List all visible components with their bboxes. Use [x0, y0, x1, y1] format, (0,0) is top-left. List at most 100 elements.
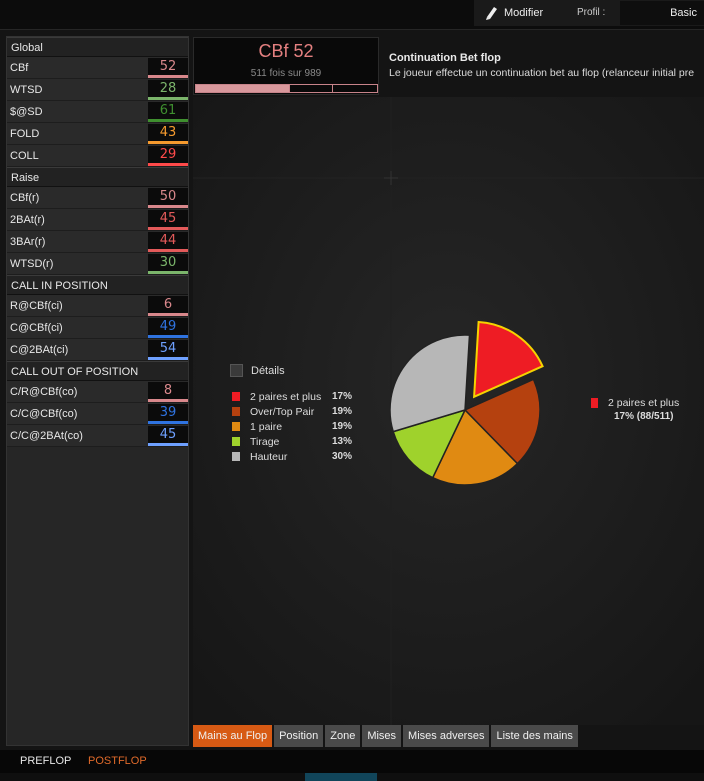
pencil-icon: [486, 7, 497, 20]
stat-row[interactable]: C@2BAt(ci) 54: [7, 339, 188, 361]
pie-chart: [389, 320, 544, 486]
details-checkbox[interactable]: Détails: [230, 364, 285, 377]
stat-description-text: Le joueur effectue un continuation bet a…: [389, 67, 695, 79]
callout-label: 2 paires et plus: [608, 397, 680, 409]
chart-legend: 2 paires et plus 17% Over/Top Pair 19% 1 pai…: [232, 389, 352, 464]
callout-swatch: [591, 398, 598, 408]
stat-row[interactable]: WTSD(r) 30: [7, 253, 188, 275]
bottom-tab-bar: Mains au Flop Position Zone Mises Mises adve…: [193, 725, 580, 747]
legend-label: 2 paires et plus: [250, 390, 322, 403]
modify-button[interactable]: Modifier: [484, 2, 543, 24]
legend-label: 1 paire: [250, 420, 283, 433]
tab-position[interactable]: Position: [274, 725, 324, 747]
legend-item: Tirage 13%: [232, 434, 352, 449]
stat-progress-fill: [196, 85, 291, 92]
stat-row[interactable]: $@SD 61: [7, 101, 188, 123]
section-header: CALL IN POSITION: [7, 275, 188, 295]
legend-percent: 19%: [332, 421, 353, 432]
stat-color-bar: [148, 119, 188, 122]
stat-title: CBf 52: [258, 41, 314, 61]
tab-preflop[interactable]: PREFLOP: [20, 755, 71, 767]
profile-label: Profil :: [577, 7, 606, 18]
stat-color-bar: [148, 421, 188, 424]
modify-label: Modifier: [504, 7, 544, 19]
stat-label: $@SD: [10, 106, 43, 118]
stat-row[interactable]: C/C@CBf(co) 39: [7, 403, 188, 425]
legend-swatch: [232, 407, 240, 416]
stat-progress-bar: [195, 84, 378, 93]
stat-row[interactable]: C@CBf(ci) 49: [7, 317, 188, 339]
stat-label: WTSD: [10, 84, 43, 96]
legend-label: Over/Top Pair: [250, 405, 315, 418]
legend-swatch: [232, 437, 240, 446]
stat-row[interactable]: CBf(r) 50: [7, 187, 188, 209]
stat-color-bar: [148, 399, 188, 402]
section-header: Raise: [7, 167, 188, 187]
legend-percent: 30%: [332, 451, 353, 462]
stat-color-bar: [148, 335, 188, 338]
stat-color-bar: [148, 75, 188, 78]
stat-label: 3BAr(r): [10, 236, 46, 248]
stat-row[interactable]: R@CBf(ci) 6: [7, 295, 188, 317]
callout-value: 17% (88/511): [614, 411, 674, 422]
stat-row[interactable]: 2BAt(r) 45: [7, 209, 188, 231]
details-label: Détails: [251, 364, 285, 377]
stat-row[interactable]: C/R@CBf(co) 8: [7, 381, 188, 403]
tab-mains-au-flop[interactable]: Mains au Flop: [193, 725, 273, 747]
stat-color-bar: [148, 141, 188, 144]
legend-item: 2 paires et plus 17%: [232, 389, 352, 404]
stat-row[interactable]: CBf 52: [7, 57, 188, 79]
legend-percent: 17%: [332, 391, 353, 402]
tab-mises[interactable]: Mises: [362, 725, 402, 747]
legend-percent: 13%: [332, 436, 353, 447]
legend-swatch: [232, 392, 240, 401]
stat-color-bar: [148, 163, 188, 166]
stat-row[interactable]: COLL 29: [7, 145, 188, 167]
stat-color-bar: [148, 271, 188, 274]
tab-postflop[interactable]: POSTFLOP: [88, 755, 147, 767]
stat-label: CBf: [10, 62, 29, 74]
tab-zone[interactable]: Zone: [325, 725, 361, 747]
legend-percent: 19%: [332, 406, 353, 417]
stats-sidebar: Global CBf 52 WTSD 28 $@SD 61 FOLD 43 COLL 29 Raise…: [6, 36, 189, 746]
legend-swatch: [232, 452, 240, 461]
stat-label: 2BAt(r): [10, 214, 45, 226]
legend-swatch: [232, 422, 240, 431]
stat-row[interactable]: WTSD 28: [7, 79, 188, 101]
legend-item: Over/Top Pair 19%: [232, 404, 352, 419]
stat-label: C/R@CBf(co): [10, 386, 78, 398]
footer-accent-bar: [305, 773, 377, 781]
stat-label: CBf(r): [10, 192, 40, 204]
stat-color-bar: [148, 249, 188, 252]
legend-item: Hauteur 30%: [232, 449, 352, 464]
stat-row[interactable]: C/C@2BAt(co) 45: [7, 425, 188, 447]
details-checkbox-box[interactable]: [230, 364, 243, 377]
stat-color-bar: [148, 97, 188, 100]
stat-subtitle: 511 fois sur 989: [250, 68, 322, 79]
section-header: CALL OUT OF POSITION: [7, 361, 188, 381]
stat-label: C/C@CBf(co): [10, 408, 78, 420]
stat-color-bar: [148, 443, 188, 446]
stat-color-bar: [148, 227, 188, 230]
legend-label: Hauteur: [250, 450, 288, 463]
stat-row[interactable]: 3BAr(r) 44: [7, 231, 188, 253]
stat-label: FOLD: [10, 128, 40, 140]
stat-label: R@CBf(ci): [10, 300, 63, 312]
stat-color-bar: [148, 357, 188, 360]
stat-label: WTSD(r): [10, 258, 54, 270]
stat-label: C@2BAt(ci): [10, 344, 69, 356]
stat-summary-box: CBf 52 511 fois sur 989: [193, 37, 379, 95]
legend-label: Tirage: [250, 435, 280, 448]
stat-label: C@CBf(ci): [10, 322, 63, 334]
section-header: Global: [7, 37, 188, 57]
stat-color-bar: [148, 205, 188, 208]
tab-mises-adverses[interactable]: Mises adverses: [403, 725, 490, 747]
stat-description-title: Continuation Bet flop: [389, 52, 501, 64]
profile-select[interactable]: Basic: [620, 1, 704, 25]
tab-liste-des-mains[interactable]: Liste des mains: [491, 725, 578, 747]
stat-row[interactable]: FOLD 43: [7, 123, 188, 145]
stat-color-bar: [148, 313, 188, 316]
stat-label: C/C@2BAt(co): [10, 430, 83, 442]
legend-item: 1 paire 19%: [232, 419, 352, 434]
stat-label: COLL: [10, 150, 39, 162]
